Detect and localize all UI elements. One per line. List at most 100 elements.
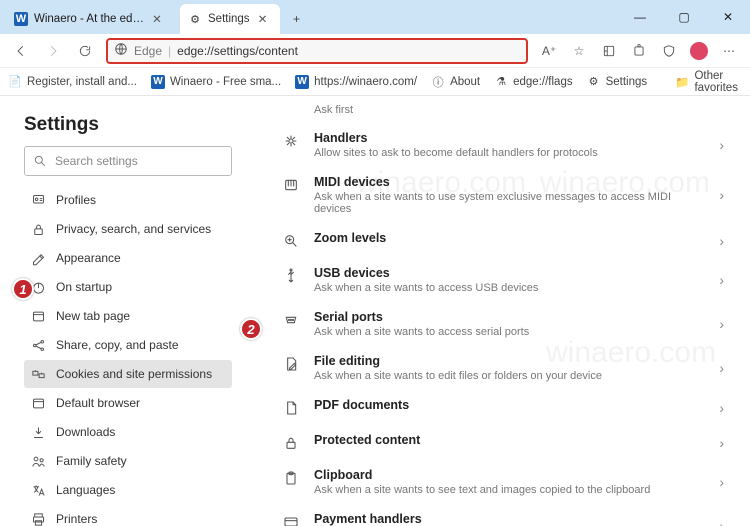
read-aloud-icon[interactable]: A⁺	[534, 37, 564, 65]
tab-title: Settings	[208, 13, 250, 25]
page-title: Settings	[24, 114, 232, 136]
chevron-right-icon: ›	[719, 360, 724, 376]
tab-settings[interactable]: ⚙ Settings ✕	[180, 4, 280, 34]
toolbar: Edge | edge://settings/content A⁺ ☆ ⋯	[0, 34, 750, 68]
favorite-icon[interactable]: ☆	[564, 37, 594, 65]
sidebar-item-label: Languages	[56, 483, 115, 497]
sidebar-item-download[interactable]: Downloads	[24, 418, 232, 446]
row-subtitle: Allow sites to ask to become default han…	[314, 147, 705, 159]
lang-icon	[30, 482, 46, 498]
sidebar-item-label: Cookies and site permissions	[56, 367, 212, 381]
bookmark-label: edge://flags	[513, 76, 572, 88]
sidebar-item-lock[interactable]: Privacy, search, and services	[24, 215, 232, 243]
setting-row-midi[interactable]: MIDI devicesAsk when a site wants to use…	[252, 167, 744, 223]
other-favorites[interactable]: 📁 Other favorites	[675, 70, 742, 94]
refresh-button[interactable]	[70, 37, 100, 65]
favicon-winaero: W	[151, 75, 165, 89]
bookmark-label: https://winaero.com/	[314, 76, 417, 88]
sidebar-item-label: On startup	[56, 280, 112, 294]
forward-button[interactable]	[38, 37, 68, 65]
close-icon[interactable]: ✕	[150, 12, 164, 26]
sidebar-item-appearance[interactable]: Appearance	[24, 244, 232, 272]
sidebar-item-profile[interactable]: Profiles	[24, 186, 232, 214]
row-title: MIDI devices	[314, 175, 705, 189]
search-input[interactable]: Search settings	[24, 146, 232, 176]
bookmarks-bar: 📄Register, install and... WWinaero - Fre…	[0, 68, 750, 96]
settings-sidebar: Settings Search settings Profiles Privacy…	[0, 96, 246, 526]
sidebar-item-browser[interactable]: Default browser	[24, 389, 232, 417]
row-title: Serial ports	[314, 310, 705, 324]
chevron-right-icon: ›	[719, 474, 724, 490]
bookmark-label: About	[450, 76, 480, 88]
back-button[interactable]	[6, 37, 36, 65]
setting-row-protected[interactable]: Protected content›	[252, 425, 744, 460]
new-tab-button[interactable]: +	[284, 6, 310, 32]
row-subtitle: Ask when a site wants to see text and im…	[314, 484, 705, 496]
favicon-winaero: W	[295, 75, 309, 89]
chevron-right-icon: ›	[719, 187, 724, 203]
bookmark-item[interactable]: Whttps://winaero.com/	[295, 75, 417, 89]
window-controls: — ▢ ✕	[618, 0, 750, 34]
setting-row-payment[interactable]: Payment handlersAllow sites to install p…	[252, 504, 744, 526]
gear-icon: ⚙	[587, 75, 601, 89]
folder-icon: 📁	[675, 75, 689, 89]
setting-row-zoom[interactable]: Zoom levels›	[252, 223, 744, 258]
setting-row-serial[interactable]: Serial portsAsk when a site wants to acc…	[252, 302, 744, 346]
settings-main[interactable]: Ask first HandlersAllow sites to ask to …	[246, 96, 750, 526]
sidebar-item-power[interactable]: On startup	[24, 273, 232, 301]
setting-row-clipboard[interactable]: ClipboardAsk when a site wants to see te…	[252, 460, 744, 504]
chevron-right-icon: ›	[719, 400, 724, 416]
minimize-button[interactable]: —	[618, 0, 662, 34]
share-icon	[30, 337, 46, 353]
setting-row-handlers[interactable]: HandlersAllow sites to ask to become def…	[252, 123, 744, 167]
setting-row-pdf[interactable]: PDF documents ›	[252, 390, 744, 425]
row-title: Payment handlers	[314, 512, 705, 526]
printer-icon	[30, 511, 46, 526]
chevron-right-icon: ›	[719, 435, 724, 451]
extensions-icon[interactable]	[624, 37, 654, 65]
sidebar-item-label: Profiles	[56, 193, 96, 207]
bookmark-item[interactable]: WWinaero - Free sma...	[151, 75, 281, 89]
row-subtitle: Ask when a site wants to access USB devi…	[314, 282, 705, 294]
close-icon[interactable]: ✕	[256, 12, 270, 26]
bookmark-item[interactable]: ⓘAbout	[431, 75, 480, 89]
row-subtitle: Ask first	[314, 104, 724, 116]
sidebar-item-label: Printers	[56, 512, 97, 526]
sidebar-item-permissions[interactable]: Cookies and site permissions	[24, 360, 232, 388]
bookmark-label: Register, install and...	[27, 76, 137, 88]
sidebar-item-family[interactable]: Family safety	[24, 447, 232, 475]
search-icon	[33, 154, 47, 168]
address-url: edge://settings/content	[177, 44, 298, 58]
row-title: USB devices	[314, 266, 705, 280]
browser-icon	[30, 395, 46, 411]
tab-winaero[interactable]: W Winaero - At the edge of tweak ✕	[6, 4, 174, 34]
bookmark-item[interactable]: ⚗edge://flags	[494, 75, 572, 89]
address-bar[interactable]: Edge | edge://settings/content	[106, 38, 528, 64]
sidebar-item-share[interactable]: Share, copy, and paste	[24, 331, 232, 359]
menu-button[interactable]: ⋯	[714, 37, 744, 65]
gear-icon: ⚙	[188, 12, 202, 26]
sidebar-item-lang[interactable]: Languages	[24, 476, 232, 504]
annotation-badge-1: 1	[12, 278, 34, 300]
sidebar-item-label: Appearance	[56, 251, 121, 265]
zoom-icon	[282, 232, 300, 250]
bookmark-item[interactable]: 📄Register, install and...	[8, 75, 137, 89]
download-icon	[30, 424, 46, 440]
setting-row-file[interactable]: File editingAsk when a site wants to edi…	[252, 346, 744, 390]
profile-avatar[interactable]	[684, 37, 714, 65]
chevron-right-icon: ›	[719, 137, 724, 153]
collections-icon[interactable]	[594, 37, 624, 65]
sidebar-item-printer[interactable]: Printers	[24, 505, 232, 526]
row-title: PDF documents	[314, 398, 705, 412]
favicon-winaero: W	[14, 12, 28, 26]
setting-row-usb[interactable]: USB devices Ask when a site wants to acce…	[252, 258, 744, 302]
bookmark-item[interactable]: ⚙Settings	[587, 75, 648, 89]
protected-icon	[282, 434, 300, 452]
maximize-button[interactable]: ▢	[662, 0, 706, 34]
clipboard-icon	[282, 469, 300, 487]
shield-icon[interactable]	[654, 37, 684, 65]
other-favorites-label: Other favorites	[694, 70, 742, 94]
sidebar-item-newtab[interactable]: New tab page	[24, 302, 232, 330]
pdf-icon	[282, 399, 300, 417]
close-window-button[interactable]: ✕	[706, 0, 750, 34]
